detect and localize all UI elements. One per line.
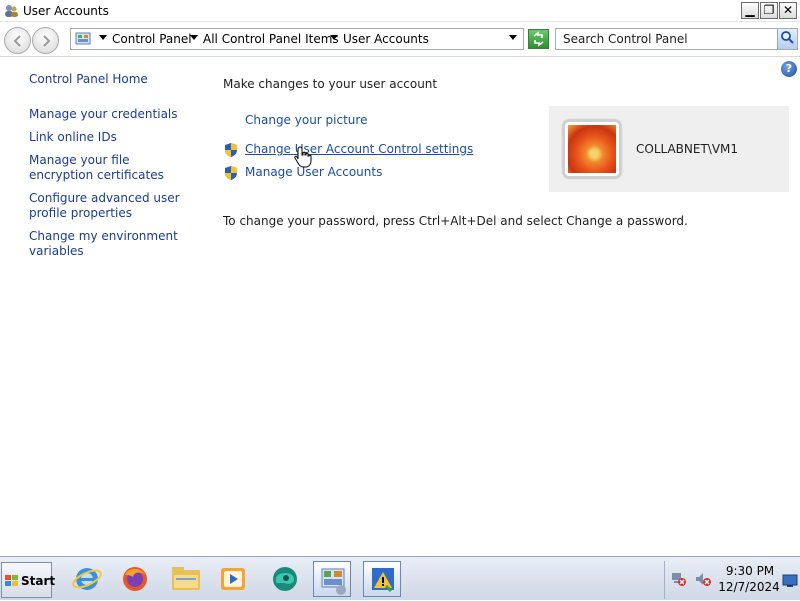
help-icon[interactable]: ? [781,61,797,77]
address-history-dropdown-icon[interactable] [509,35,517,40]
user-card: COLLABNET\VM1 [549,106,789,192]
internet-explorer-icon[interactable] [68,561,106,597]
media-player-icon[interactable] [214,561,252,597]
forward-button[interactable] [32,27,59,54]
page-heading: Make changes to your user account [223,77,438,91]
windows-flag-icon [5,575,18,586]
avatar-flower-picture [568,125,616,173]
breadcrumb-control-panel[interactable]: Control Panel [112,32,192,46]
sidebar-item-file-encryption[interactable]: Manage your file encryption certificates [29,153,194,183]
clock-date[interactable]: 12/7/2024 [716,580,782,594]
forward-arrow-icon [43,35,51,47]
control-panel-location-icon [75,32,91,45]
taskbar: Start [0,556,800,600]
search-icon[interactable] [777,29,797,49]
refresh-icon [533,31,544,47]
back-arrow-icon [13,35,21,47]
sidebar-item-advanced-profile[interactable]: Configure advanced user profile properti… [29,191,194,221]
uac-shield-icon [225,143,237,157]
volume-muted-icon[interactable] [695,571,711,587]
breadcrumb-all-items[interactable]: All Control Panel Items [203,32,339,46]
crumb-dropdown-icon[interactable] [99,35,107,40]
sidebar: Control Panel Home Manage your credentia… [0,58,205,555]
control-panel-icon[interactable] [313,561,351,597]
network-disconnected-icon[interactable] [671,571,687,587]
password-instructions: To change your password, press Ctrl+Alt+… [223,214,688,228]
navigation-bar: Control Panel All Control Panel Items Us… [0,22,800,57]
start-label: Start [21,574,56,588]
sidebar-item-environment-variables[interactable]: Change my environment variables [29,229,194,259]
user-name: COLLABNET\VM1 [636,142,739,156]
refresh-button[interactable] [528,29,549,49]
close-button[interactable]: ✕ [779,2,797,19]
show-desktop-icon[interactable] [782,574,798,588]
clock-time[interactable]: 9:30 PM [721,564,779,578]
title-bar: User Accounts ▁ ❐ ✕ [0,0,800,22]
file-explorer-icon[interactable] [167,561,205,597]
minimize-button[interactable]: ▁ [741,2,759,19]
user-accounts-icon [5,5,18,17]
firefox-icon[interactable] [116,561,154,597]
breadcrumb-user-accounts[interactable]: User Accounts [343,32,429,46]
action-center-icon[interactable] [363,561,401,597]
uac-shield-icon [225,166,237,180]
crumb-dropdown-icon[interactable] [190,35,198,40]
sidebar-item-manage-credentials[interactable]: Manage your credentials [29,107,194,122]
crumb-dropdown-icon[interactable] [330,35,338,40]
manage-user-accounts-link[interactable]: Manage User Accounts [245,165,382,179]
browser-icon[interactable] [266,561,304,597]
maximize-button[interactable]: ❐ [760,2,778,19]
search-box[interactable] [555,28,798,50]
back-button[interactable] [4,27,31,54]
address-bar[interactable]: Control Panel All Control Panel Items Us… [70,28,524,50]
hand-cursor-icon [294,146,312,168]
avatar[interactable] [563,120,621,178]
window-title: User Accounts [23,4,109,18]
search-input[interactable] [556,29,776,49]
start-button[interactable]: Start [1,562,56,598]
change-uac-settings-link[interactable]: Change User Account Control settings [245,142,473,156]
change-picture-link[interactable]: Change your picture [245,113,367,127]
sidebar-item-control-panel-home[interactable]: Control Panel Home [29,72,194,87]
sidebar-item-link-online-ids[interactable]: Link online IDs [29,130,194,145]
